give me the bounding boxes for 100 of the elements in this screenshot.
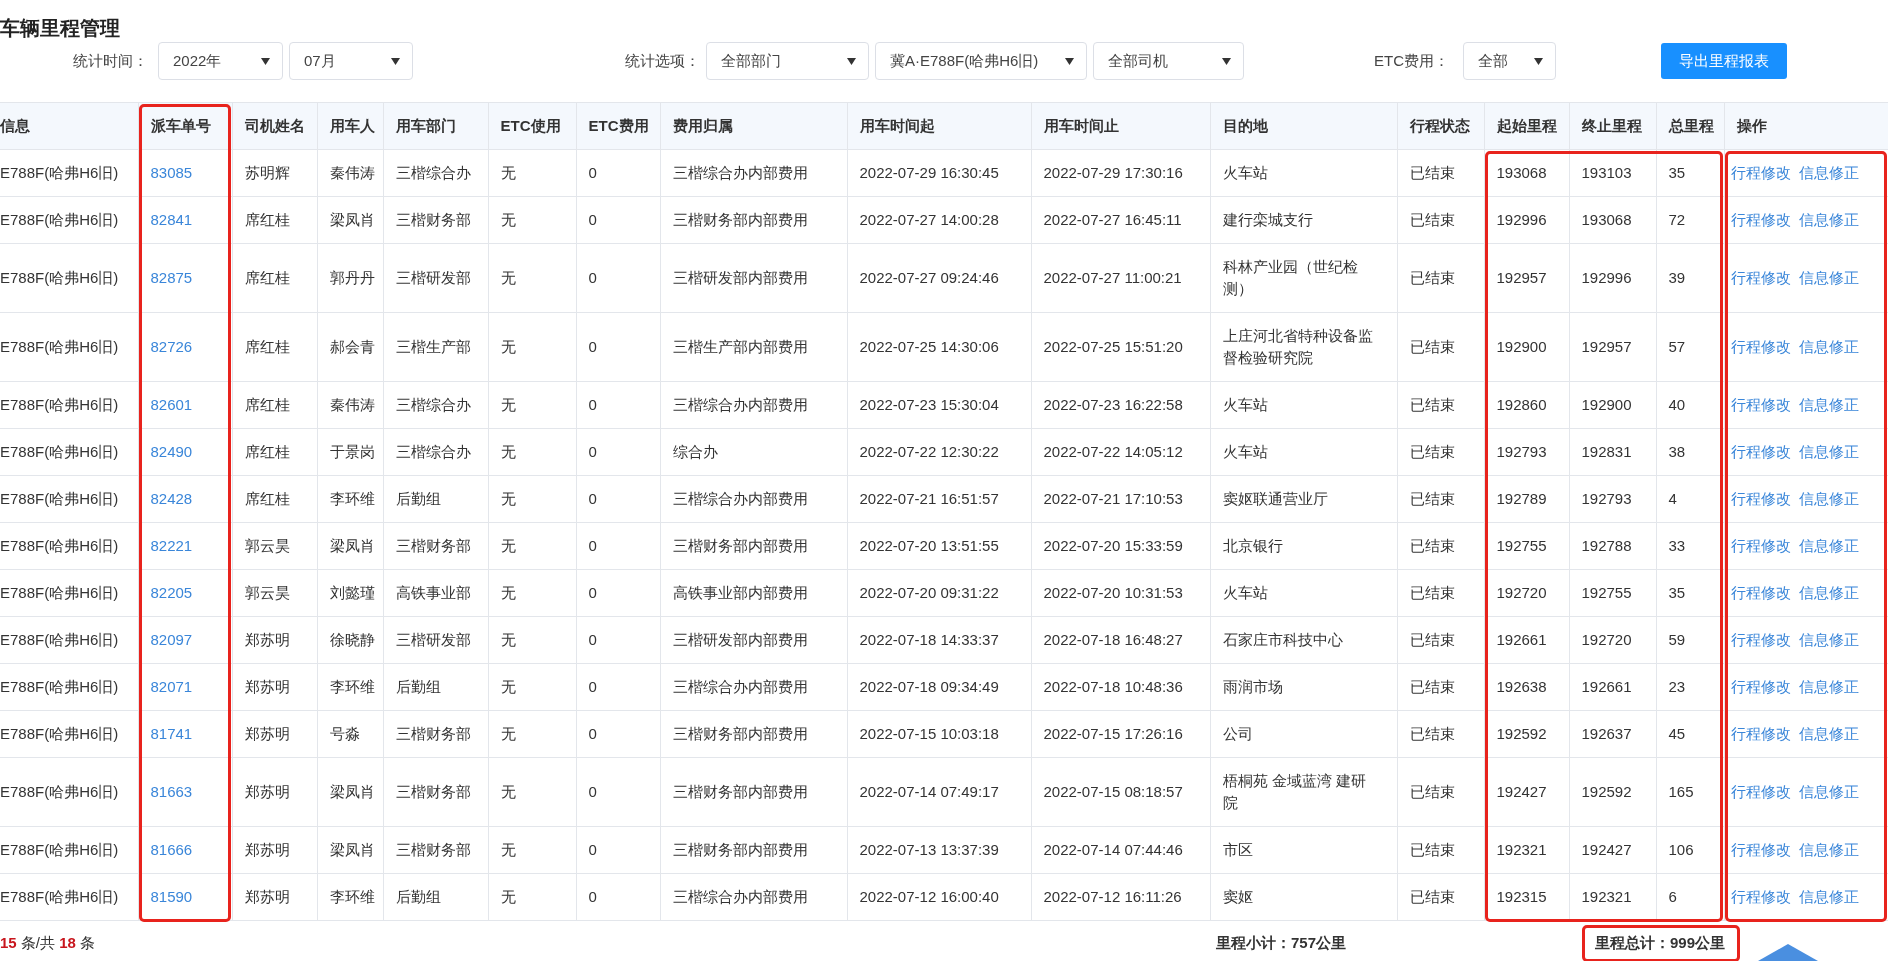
edit-trip-link[interactable]: 行程修改 <box>1730 441 1791 463</box>
page-title: 车辆里程管理 <box>0 16 121 41</box>
correct-info-link[interactable]: 信息修正 <box>1798 886 1859 908</box>
dispatch-number-link[interactable]: 82221 <box>150 537 193 554</box>
table-cell: 2022-07-12 16:11:26 <box>1043 888 1182 905</box>
etc-select[interactable]: 全部 <box>1463 42 1556 80</box>
edit-trip-link[interactable]: 行程修改 <box>1730 535 1791 557</box>
table-cell: 三楷研发部内部费用 <box>672 631 808 648</box>
dispatch-number-link[interactable]: 82428 <box>150 490 193 507</box>
table-cell: 192315 <box>1496 888 1547 905</box>
dispatch-number-link[interactable]: 82071 <box>150 678 193 695</box>
table-cell: 无 <box>500 631 516 648</box>
table-cell: 0 <box>588 443 597 460</box>
table-cell: 2022-07-15 10:03:18 <box>859 725 999 742</box>
filter-label: 统计选项： <box>624 51 701 71</box>
table-cell: 0 <box>588 211 597 228</box>
table-cell: 梁凤肖 <box>329 783 375 800</box>
dispatch-number-link[interactable]: 82205 <box>150 584 193 601</box>
correct-info-link[interactable]: 信息修正 <box>1798 781 1859 803</box>
table-cell: 无 <box>500 841 516 858</box>
column-header: 起始里程 <box>1484 102 1569 150</box>
edit-trip-link[interactable]: 行程修改 <box>1730 781 1791 803</box>
month-select[interactable]: 07月 <box>289 42 413 80</box>
table-cell: 已结束 <box>1409 490 1455 507</box>
table-cell: 三楷财务部 <box>395 783 471 800</box>
vehicle-select[interactable]: 冀A·E788F(哈弗H6旧) <box>875 42 1087 80</box>
table-cell: 192755 <box>1496 537 1547 554</box>
table-cell: 三楷研发部内部费用 <box>672 269 808 286</box>
correct-info-link[interactable]: 信息修正 <box>1798 209 1859 231</box>
export-button[interactable]: 导出里程报表 <box>1661 43 1787 79</box>
table-cell-text: 雨润市场 <box>1222 677 1284 697</box>
table-cell: 2022-07-23 16:22:58 <box>1043 396 1183 413</box>
dispatch-number-link[interactable]: 81663 <box>150 783 193 800</box>
correct-info-link[interactable]: 信息修正 <box>1798 723 1859 745</box>
table-cell: 192720 <box>1496 584 1547 601</box>
dispatch-number-link[interactable]: 81590 <box>150 888 193 905</box>
table-cell: 三楷综合办内部费用 <box>672 490 808 507</box>
correct-info-link[interactable]: 信息修正 <box>1798 839 1859 861</box>
caret-icon <box>261 57 270 65</box>
correct-info-link[interactable]: 信息修正 <box>1798 629 1859 651</box>
table-cell: 已结束 <box>1409 631 1455 648</box>
table-cell: 192793 <box>1581 490 1632 507</box>
dispatch-number-link[interactable]: 82875 <box>150 269 193 286</box>
correct-info-link[interactable]: 信息修正 <box>1798 488 1859 510</box>
corner-icon[interactable] <box>1758 944 1818 961</box>
edit-trip-link[interactable]: 行程修改 <box>1730 267 1791 289</box>
edit-trip-link[interactable]: 行程修改 <box>1730 582 1791 604</box>
table-cell: 秦伟涛 <box>329 396 375 413</box>
table-cell: 席红桂 <box>244 211 290 228</box>
column-header: 总里程 <box>1656 102 1724 150</box>
correct-info-link[interactable]: 信息修正 <box>1798 535 1859 557</box>
dispatch-number-link[interactable]: 82097 <box>150 631 193 648</box>
correct-info-link[interactable]: 信息修正 <box>1798 267 1859 289</box>
dispatch-number-link[interactable]: 81741 <box>150 725 193 742</box>
correct-info-link[interactable]: 信息修正 <box>1798 394 1859 416</box>
correct-info-link[interactable]: 信息修正 <box>1798 336 1859 358</box>
table-cell: 席红桂 <box>244 396 290 413</box>
dispatch-number-link[interactable]: 81666 <box>150 841 193 858</box>
department-select[interactable]: 全部部门 <box>706 42 869 80</box>
table-cell: 39 <box>1668 269 1686 286</box>
table-cell: 192592 <box>1581 783 1632 800</box>
table-cell: 无 <box>500 338 516 355</box>
year-select[interactable]: 2022年 <box>158 42 283 80</box>
dispatch-number-link[interactable]: 82601 <box>150 396 193 413</box>
column-header: 用车人 <box>317 102 383 150</box>
correct-info-link[interactable]: 信息修正 <box>1798 676 1859 698</box>
table-cell: 2022-07-20 09:31:22 <box>859 584 999 601</box>
dispatch-number-link[interactable]: 82726 <box>150 338 193 355</box>
edit-trip-link[interactable]: 行程修改 <box>1730 629 1791 651</box>
table-cell: 2022-07-22 12:30:22 <box>859 443 999 460</box>
edit-trip-link[interactable]: 行程修改 <box>1730 488 1791 510</box>
dispatch-number-link[interactable]: 82490 <box>150 443 193 460</box>
mileage-total: 里程总计：999公里 <box>1581 924 1740 961</box>
dispatch-number-link[interactable]: 82841 <box>150 211 193 228</box>
table-cell: 徐晓静 <box>329 631 375 648</box>
edit-trip-link[interactable]: 行程修改 <box>1730 394 1791 416</box>
driver-select[interactable]: 全部司机 <box>1093 42 1244 80</box>
edit-trip-link[interactable]: 行程修改 <box>1730 162 1791 184</box>
table-cell: 已结束 <box>1409 783 1455 800</box>
table-cell: 李环维 <box>329 490 375 507</box>
table-cell: 梁凤肖 <box>329 841 375 858</box>
table-cell: 165 <box>1668 783 1694 800</box>
table-cell: 2022-07-18 14:33:37 <box>859 631 999 648</box>
correct-info-link[interactable]: 信息修正 <box>1798 441 1859 463</box>
correct-info-link[interactable]: 信息修正 <box>1798 582 1859 604</box>
table-cell-text: 市区 <box>1222 840 1254 860</box>
table-cell: 2022-07-29 17:30:16 <box>1043 164 1183 181</box>
edit-trip-link[interactable]: 行程修改 <box>1730 209 1791 231</box>
table-cell: 三楷生产部内部费用 <box>672 338 808 355</box>
edit-trip-link[interactable]: 行程修改 <box>1730 723 1791 745</box>
edit-trip-link[interactable]: 行程修改 <box>1730 839 1791 861</box>
edit-trip-link[interactable]: 行程修改 <box>1730 886 1791 908</box>
table-cell: 2022-07-27 09:24:46 <box>859 269 999 286</box>
table-cell: 6 <box>1668 888 1677 905</box>
table-cell-text: 科林产业园（世纪检测） <box>1222 257 1359 299</box>
edit-trip-link[interactable]: 行程修改 <box>1730 676 1791 698</box>
table-cell-text: 火车站 <box>1222 442 1269 462</box>
edit-trip-link[interactable]: 行程修改 <box>1730 336 1791 358</box>
correct-info-link[interactable]: 信息修正 <box>1798 162 1859 184</box>
dispatch-number-link[interactable]: 83085 <box>150 164 193 181</box>
